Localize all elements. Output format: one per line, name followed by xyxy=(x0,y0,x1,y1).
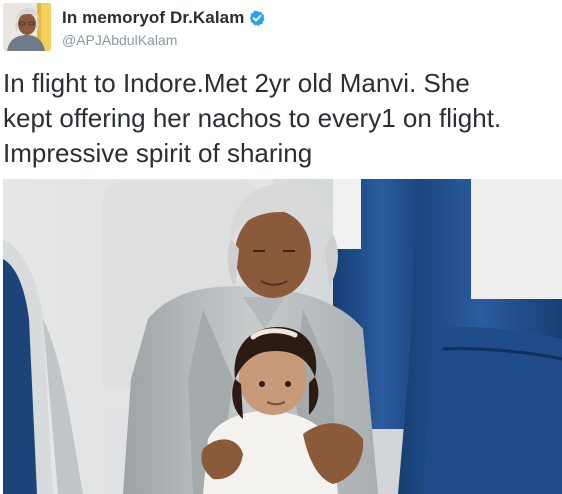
photo-airplane-cabin xyxy=(3,179,562,494)
author-display-name[interactable]: In memoryof Dr.Kalam xyxy=(62,8,244,28)
tweet-card: In memoryof Dr.Kalam @APJAbdulKalam In f… xyxy=(0,0,562,494)
verified-badge-icon xyxy=(249,10,266,26)
tweet-header: In memoryof Dr.Kalam @APJAbdulKalam xyxy=(3,3,266,53)
avatar-portrait xyxy=(3,3,51,51)
name-row: In memoryof Dr.Kalam xyxy=(62,7,266,29)
tweet-text: In flight to Indore.Met 2yr old Manvi. S… xyxy=(3,68,502,168)
tweet-photo[interactable] xyxy=(3,179,562,494)
author-info: In memoryof Dr.Kalam @APJAbdulKalam xyxy=(62,3,266,48)
avatar[interactable] xyxy=(3,3,51,51)
author-handle[interactable]: @APJAbdulKalam xyxy=(62,32,265,48)
